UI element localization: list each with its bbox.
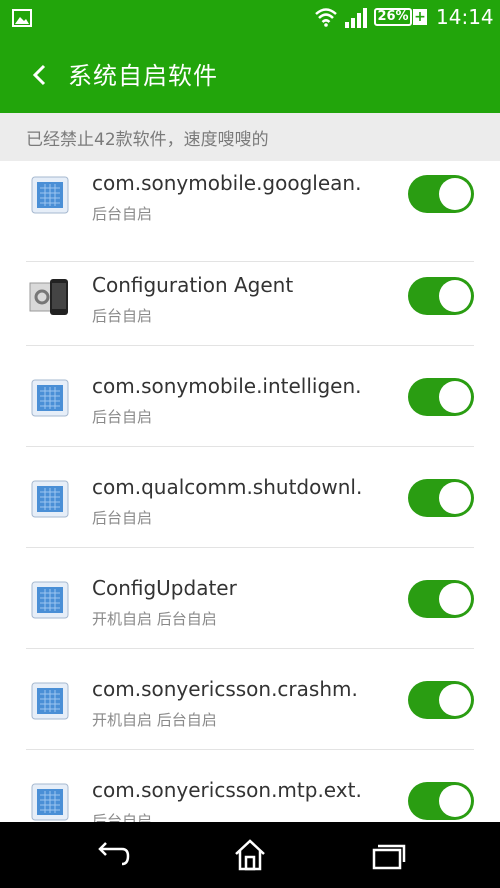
home-icon[interactable] bbox=[230, 838, 270, 872]
android-app-icon bbox=[31, 783, 69, 821]
toggle-knob bbox=[439, 482, 471, 514]
back-arrow-icon[interactable] bbox=[26, 58, 56, 92]
autostart-type: 后台自启 bbox=[92, 408, 153, 426]
status-bar: 26% + 14:14 bbox=[0, 0, 500, 36]
android-app-icon bbox=[31, 581, 69, 619]
autostart-type: 开机自启 后台自启 bbox=[92, 711, 217, 729]
autostart-type: 后台自启 bbox=[92, 509, 153, 527]
app-name: ConfigUpdater bbox=[92, 576, 237, 600]
android-app-icon bbox=[31, 379, 69, 417]
toggle-knob bbox=[439, 583, 471, 615]
android-app-icon bbox=[31, 682, 69, 720]
list-item: com.sonyericsson.mtp.ext. 后台自启 bbox=[0, 750, 500, 822]
autostart-type: 后台自启 bbox=[92, 812, 153, 822]
toggle-knob bbox=[439, 785, 471, 817]
summary-banner: 已经禁止42款软件，速度嗖嗖的 bbox=[0, 113, 500, 161]
toggle-knob bbox=[439, 280, 471, 312]
battery-indicator: 26% bbox=[374, 8, 412, 26]
app-header: 系统自启软件 bbox=[0, 36, 500, 113]
autostart-toggle[interactable] bbox=[408, 782, 474, 820]
autostart-type: 后台自启 bbox=[92, 205, 153, 223]
autostart-toggle[interactable] bbox=[408, 175, 474, 213]
list-item: ConfigUpdater 开机自启 后台自启 bbox=[0, 548, 500, 649]
app-name: com.sonyericsson.mtp.ext. bbox=[92, 778, 362, 802]
autostart-type: 开机自启 后台自启 bbox=[92, 610, 217, 628]
app-list: com.sonymobile.googlean. 后台自启 Configurat… bbox=[0, 161, 500, 822]
navigation-bar bbox=[0, 822, 500, 888]
list-item: com.sonymobile.intelligen. 后台自启 bbox=[0, 346, 500, 447]
list-item: Configuration Agent 后台自启 bbox=[0, 245, 500, 346]
autostart-type: 后台自启 bbox=[92, 307, 153, 325]
app-name: Configuration Agent bbox=[92, 273, 294, 297]
configuration-agent-icon bbox=[29, 279, 68, 315]
charging-icon: + bbox=[413, 9, 427, 25]
autostart-toggle[interactable] bbox=[408, 681, 474, 719]
app-name: com.sonyericsson.crashm. bbox=[92, 677, 358, 701]
app-name: com.qualcomm.shutdownl. bbox=[92, 475, 363, 499]
app-name: com.sonymobile.intelligen. bbox=[92, 374, 362, 398]
toggle-knob bbox=[439, 381, 471, 413]
image-notification-icon bbox=[12, 9, 32, 27]
list-item: com.sonyericsson.crashm. 开机自启 后台自启 bbox=[0, 649, 500, 750]
autostart-toggle[interactable] bbox=[408, 580, 474, 618]
app-name: com.sonymobile.googlean. bbox=[92, 171, 362, 195]
android-app-icon bbox=[31, 176, 69, 214]
recents-icon[interactable] bbox=[368, 838, 408, 872]
autostart-toggle[interactable] bbox=[408, 479, 474, 517]
android-app-icon bbox=[31, 480, 69, 518]
autostart-toggle[interactable] bbox=[408, 277, 474, 315]
clock: 14:14 bbox=[436, 5, 494, 29]
autostart-toggle[interactable] bbox=[408, 378, 474, 416]
back-icon[interactable] bbox=[92, 838, 132, 872]
list-item: com.qualcomm.shutdownl. 后台自启 bbox=[0, 447, 500, 548]
toggle-knob bbox=[439, 178, 471, 210]
signal-icon bbox=[345, 8, 367, 28]
page-title: 系统自启软件 bbox=[68, 62, 218, 90]
wifi-icon bbox=[315, 8, 337, 27]
toggle-knob bbox=[439, 684, 471, 716]
summary-text: 已经禁止42款软件，速度嗖嗖的 bbox=[26, 130, 269, 150]
